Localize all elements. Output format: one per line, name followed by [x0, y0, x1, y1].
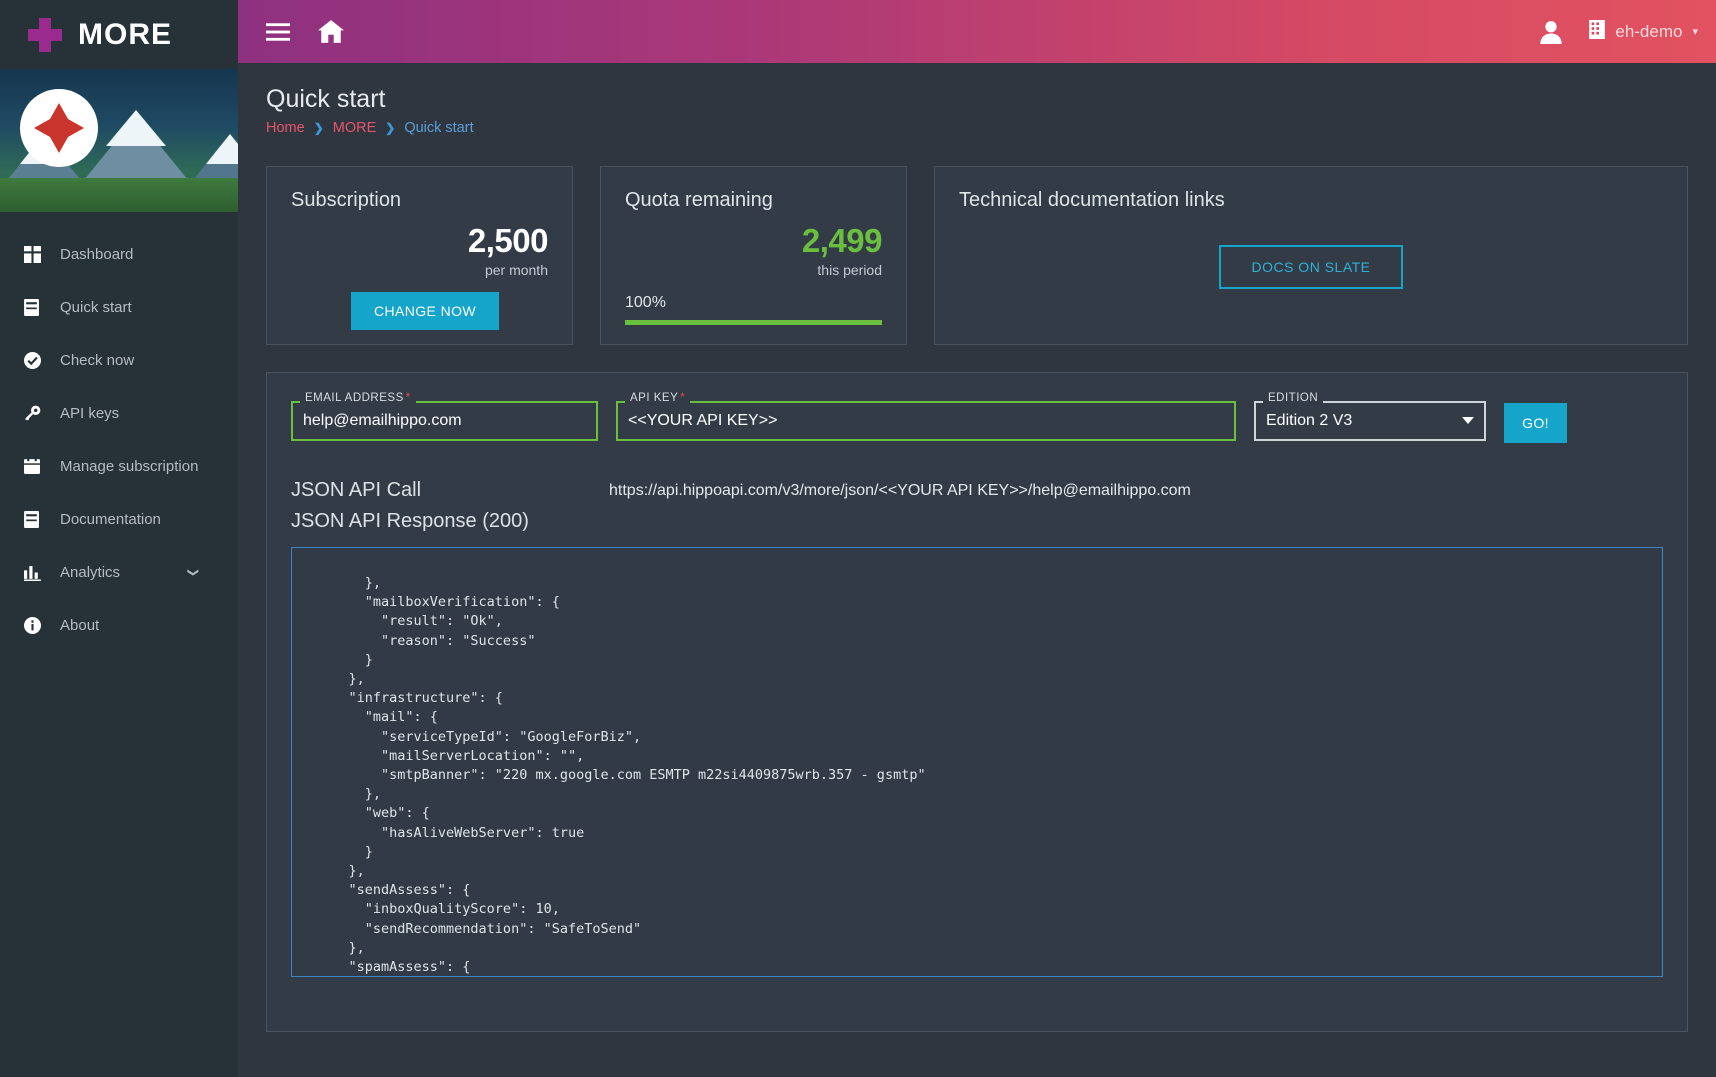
card-title: Technical documentation links [959, 189, 1663, 212]
breadcrumb-home[interactable]: Home [266, 120, 305, 136]
go-button[interactable]: GO! [1504, 403, 1567, 443]
sidebar-item-quick-start[interactable]: Quick start [0, 281, 238, 334]
sidebar-item-api-keys[interactable]: API keys [0, 387, 238, 440]
subscription-value: 2,500 [291, 222, 548, 260]
api-call-row: JSON API Call https://api.hippoapi.com/v… [291, 479, 1663, 502]
sidebar: MORE Dashboard Quick start [0, 0, 238, 1077]
org-name: eh-demo [1615, 22, 1682, 42]
quota-percent-label: 100% [625, 294, 882, 312]
sidebar-item-about[interactable]: About [0, 599, 238, 652]
info-circle-icon [24, 617, 58, 634]
api-response-code-box[interactable]: }, "mailboxVerification": { "result": "O… [291, 547, 1663, 977]
brand-logo[interactable]: MORE [0, 0, 238, 69]
summary-cards: Subscription 2,500 per month CHANGE NOW … [266, 166, 1688, 345]
email-input[interactable] [303, 412, 586, 430]
app-root: MORE Dashboard Quick start [0, 0, 1716, 1077]
sidebar-item-label: About [60, 617, 99, 634]
documentation-card: Technical documentation links DOCS ON SL… [934, 166, 1688, 345]
chevron-down-icon[interactable]: ▾ [1692, 25, 1698, 38]
quota-value: 2,499 [625, 222, 882, 260]
api-response-row: JSON API Response (200) [291, 510, 1663, 533]
card-title: Quota remaining [625, 189, 882, 212]
docs-button-wrap: DOCS ON SLATE [959, 212, 1663, 322]
breadcrumb: Home ❯ MORE ❯ Quick start [266, 120, 1716, 136]
main-area: eh-demo ▾ Quick start Home ❯ MORE ❯ Quic… [238, 0, 1716, 1077]
edition-select[interactable]: Edition 2 V3 [1254, 401, 1486, 441]
quota-progress-bar [625, 320, 882, 325]
chevron-down-icon[interactable]: ❯ [187, 568, 200, 577]
change-now-button[interactable]: CHANGE NOW [351, 292, 499, 330]
quota-progress-fill [625, 320, 882, 325]
topbar-right: eh-demo ▾ [1539, 20, 1698, 44]
apikey-field-box[interactable] [616, 401, 1236, 441]
quota-period: this period [625, 262, 882, 278]
page-title: Quick start [266, 85, 1716, 114]
bar-chart-icon [24, 565, 58, 581]
api-call-label: JSON API Call [291, 479, 609, 502]
book-icon [24, 299, 58, 316]
user-icon[interactable] [1539, 20, 1563, 44]
api-response-body: }, "mailboxVerification": { "result": "O… [316, 574, 1662, 977]
edition-field-group: EDITION Edition 2 V3 [1254, 401, 1486, 441]
sidebar-item-label: Documentation [60, 511, 161, 528]
calendar-icon [24, 458, 58, 475]
avatar [20, 89, 98, 167]
hamburger-icon[interactable] [266, 23, 290, 41]
sidebar-item-label: Check now [60, 352, 134, 369]
check-circle-icon [24, 352, 58, 369]
api-response-label: JSON API Response (200) [291, 510, 609, 533]
book-icon [24, 511, 58, 528]
plus-icon [28, 18, 62, 52]
sidebar-item-analytics[interactable]: Analytics ❯ [0, 546, 238, 599]
sidebar-item-documentation[interactable]: Documentation [0, 493, 238, 546]
home-icon[interactable] [318, 20, 344, 43]
sidebar-item-label: Analytics [60, 564, 120, 581]
building-icon [1589, 20, 1605, 44]
chevron-down-icon[interactable] [1462, 417, 1474, 424]
apikey-field-group: API KEY* [616, 401, 1236, 441]
quota-card: Quota remaining 2,499 this period 100% [600, 166, 907, 345]
page-header: Quick start Home ❯ MORE ❯ Quick start [238, 63, 1716, 136]
card-title: Subscription [291, 189, 548, 212]
docs-on-slate-button[interactable]: DOCS ON SLATE [1219, 245, 1402, 289]
content: Subscription 2,500 per month CHANGE NOW … [238, 136, 1716, 1032]
key-icon [24, 405, 58, 422]
api-playground-panel: EMAIL ADDRESS* API KEY* EDITION [266, 372, 1688, 1032]
sidebar-item-label: Dashboard [60, 246, 133, 263]
sidebar-item-check-now[interactable]: Check now [0, 334, 238, 387]
email-field-label: EMAIL ADDRESS* [300, 392, 416, 404]
apikey-field-label: API KEY* [625, 392, 690, 404]
brand-name: MORE [78, 18, 172, 52]
sidebar-item-label: API keys [60, 405, 119, 422]
chevron-right-icon: ❯ [385, 121, 395, 135]
org-switcher[interactable]: eh-demo ▾ [1589, 20, 1698, 44]
sidebar-item-manage-subscription[interactable]: Manage subscription [0, 440, 238, 493]
sidebar-item-label: Manage subscription [60, 458, 198, 475]
breadcrumb-current: Quick start [404, 120, 473, 136]
email-field-box[interactable] [291, 401, 598, 441]
sidebar-menu: Dashboard Quick start Check now API keys [0, 212, 238, 652]
sidebar-item-label: Quick start [60, 299, 132, 316]
sidebar-item-dashboard[interactable]: Dashboard [0, 228, 238, 281]
subscription-card: Subscription 2,500 per month CHANGE NOW [266, 166, 573, 345]
subscription-period: per month [291, 262, 548, 278]
sidebar-hero-image [0, 69, 238, 212]
breadcrumb-more[interactable]: MORE [333, 120, 377, 136]
edition-field-label: EDITION [1263, 392, 1323, 404]
topbar: eh-demo ▾ [238, 0, 1716, 63]
api-form: EMAIL ADDRESS* API KEY* EDITION [291, 401, 1663, 443]
chevron-right-icon: ❯ [314, 121, 324, 135]
dashboard-grid-icon [24, 246, 58, 263]
edition-selected-value: Edition 2 V3 [1266, 412, 1474, 430]
email-field-group: EMAIL ADDRESS* [291, 401, 598, 441]
apikey-input[interactable] [628, 412, 1224, 430]
api-call-url: https://api.hippoapi.com/v3/more/json/<<… [609, 479, 1191, 502]
